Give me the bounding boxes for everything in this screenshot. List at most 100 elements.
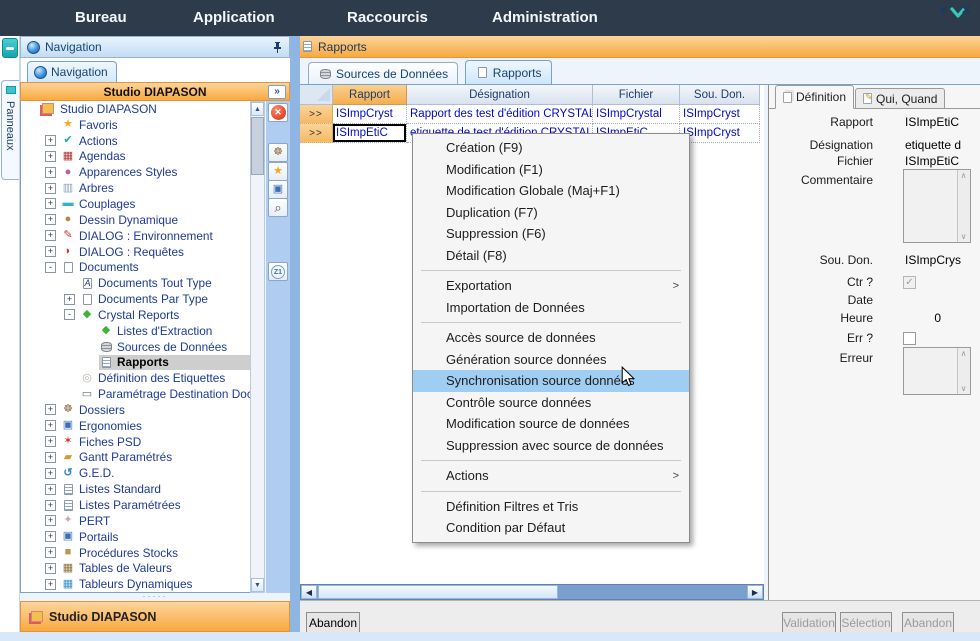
menu-item-actions[interactable]: Actions> bbox=[413, 465, 689, 487]
tree-item-crystal-reports[interactable]: -Crystal Reports bbox=[21, 307, 250, 323]
menu-item-modification-globale-maj-f1-[interactable]: Modification Globale (Maj+F1) bbox=[413, 180, 689, 202]
expander-icon[interactable]: + bbox=[45, 436, 56, 447]
expander-icon[interactable]: + bbox=[45, 531, 56, 542]
field-checkbox[interactable]: ✓ bbox=[903, 276, 916, 289]
tree-item-gantt-param-tr-s[interactable]: +Gantt Paramétrés bbox=[21, 450, 250, 466]
expander-icon[interactable]: + bbox=[45, 230, 56, 241]
menu-item-modification-source-de-donn-es[interactable]: Modification source de données bbox=[413, 413, 689, 435]
field-value[interactable]: ISImpEtiC bbox=[905, 154, 959, 168]
tree-item-tables-de-valeurs[interactable]: +Tables de Valeurs bbox=[21, 560, 250, 576]
table-corner-cell[interactable] bbox=[300, 85, 333, 105]
scroll-up-icon[interactable]: ∧ bbox=[958, 171, 969, 180]
menu-bureau[interactable]: Bureau bbox=[75, 9, 127, 26]
tab-qui-quand[interactable]: Qui, Quand bbox=[855, 88, 945, 109]
table-cell[interactable]: ISImpEtiC bbox=[333, 124, 407, 143]
textarea-scrollbar[interactable]: ∧∨ bbox=[957, 348, 970, 394]
expander-icon[interactable]: + bbox=[45, 167, 56, 178]
tree-scrollbar[interactable]: ▲ ▼ bbox=[250, 101, 265, 593]
panel-close-icon[interactable]: ✕ bbox=[961, 3, 971, 17]
tree-item-portails[interactable]: +Portails bbox=[21, 529, 250, 545]
pin-icon[interactable] bbox=[272, 41, 283, 54]
expander-icon[interactable]: + bbox=[45, 246, 56, 257]
expander-icon[interactable]: + bbox=[45, 579, 56, 590]
studio-footer[interactable]: Studio DIAPASON bbox=[20, 601, 290, 632]
panel-splitter[interactable] bbox=[290, 36, 300, 641]
tree-item-favoris[interactable]: +Favoris bbox=[21, 117, 250, 133]
tree-item-documents-par-type[interactable]: +Documents Par Type bbox=[21, 291, 250, 307]
expander-icon[interactable]: + bbox=[45, 500, 56, 511]
menu-item-exportation[interactable]: Exportation> bbox=[413, 275, 689, 297]
menu-item-condition-par-d-faut[interactable]: Condition par Défaut bbox=[413, 517, 689, 539]
expander-icon[interactable]: - bbox=[64, 309, 75, 320]
column-header-rapport[interactable]: Rapport bbox=[333, 85, 407, 105]
tab-panneaux[interactable]: Panneaux bbox=[1, 80, 19, 180]
panel-collapse-icon[interactable]: ▾ bbox=[940, 3, 946, 17]
tree-item-studio-diapason[interactable]: +Studio DIAPASON bbox=[21, 101, 250, 117]
field-value[interactable]: ISImpEtiC bbox=[905, 115, 959, 129]
field-textarea[interactable]: ∧∨ bbox=[903, 347, 971, 395]
expander-icon[interactable]: + bbox=[45, 420, 56, 431]
tree-item-g-e-d-[interactable]: +G.E.D. bbox=[21, 465, 250, 481]
menu-item-cr-ation-f9-[interactable]: Création (F9) bbox=[413, 137, 689, 159]
tree-item-pert[interactable]: +PERT bbox=[21, 513, 250, 529]
column-header-sou-don-[interactable]: Sou. Don. bbox=[680, 85, 760, 105]
tree-item-agendas[interactable]: +Agendas bbox=[21, 149, 250, 165]
row-marker[interactable]: >> bbox=[300, 105, 333, 124]
abandon-button[interactable]: Abandon bbox=[306, 612, 360, 633]
table-cell[interactable]: ISImpCryst bbox=[680, 124, 760, 143]
field-textarea[interactable]: ∧∨ bbox=[903, 169, 971, 243]
scroll-up-icon[interactable]: ∧ bbox=[958, 349, 969, 358]
field-value[interactable]: ISImpCrys bbox=[905, 253, 961, 267]
s-lection-button[interactable]: Sélection bbox=[840, 612, 892, 633]
scroll-left-button[interactable]: ◀ bbox=[301, 585, 317, 599]
z1-button[interactable]: Z1 bbox=[268, 262, 288, 281]
menu-item-g-n-ration-source-donn-es[interactable]: Génération source données bbox=[413, 349, 689, 371]
expander-icon[interactable]: + bbox=[45, 151, 56, 162]
tree-item-dessin-dynamique[interactable]: +Dessin Dynamique bbox=[21, 212, 250, 228]
tree-item-actions[interactable]: +Actions bbox=[21, 133, 250, 149]
tree-item-d-finition-des-etiquettes[interactable]: +Définition des Etiquettes bbox=[21, 370, 250, 386]
menu-item-importation-de-donn-es[interactable]: Importation de Données bbox=[413, 297, 689, 319]
tab-d-finition[interactable]: Définition bbox=[775, 85, 854, 109]
splitter-handle[interactable]: ····· bbox=[20, 593, 290, 601]
menu-raccourcis[interactable]: Raccourcis bbox=[347, 9, 428, 26]
tree-item-documents[interactable]: -Documents bbox=[21, 259, 250, 275]
tree-item-tableurs-dynamiques[interactable]: +Tableurs Dynamiques bbox=[21, 576, 250, 592]
menu-item-contr-le-source-donn-es[interactable]: Contrôle source données bbox=[413, 392, 689, 414]
scroll-up-button[interactable]: ▲ bbox=[251, 102, 264, 116]
table-cell[interactable]: ISImpCryst bbox=[333, 105, 407, 124]
menu-item-modification-f1-[interactable]: Modification (F1) bbox=[413, 159, 689, 181]
tree-item-listes-param-tr-es[interactable]: +Listes Paramétrées bbox=[21, 497, 250, 513]
tree-item-arbres[interactable]: +Arbres bbox=[21, 180, 250, 196]
expander-icon[interactable]: + bbox=[64, 294, 75, 305]
expander-icon[interactable]: + bbox=[45, 183, 56, 194]
scroll-down-icon[interactable]: ∨ bbox=[958, 232, 969, 241]
expander-icon[interactable]: + bbox=[45, 452, 56, 463]
favorites-button[interactable] bbox=[268, 162, 288, 181]
tree-item-dossiers[interactable]: +Dossiers bbox=[21, 402, 250, 418]
menu-item-suppression-avec-source-de-donn-es[interactable]: Suppression avec source de données bbox=[413, 435, 689, 457]
wheel-button[interactable] bbox=[268, 143, 288, 162]
tab-sources-de-donn-es[interactable]: Sources de Données bbox=[308, 62, 458, 84]
search-button[interactable] bbox=[268, 198, 288, 217]
menu-administration[interactable]: Administration bbox=[492, 9, 598, 26]
expander-icon[interactable]: + bbox=[45, 468, 56, 479]
column-header-fichier[interactable]: Fichier bbox=[593, 85, 680, 105]
textarea-scrollbar[interactable]: ∧∨ bbox=[957, 170, 970, 242]
scroll-right-button[interactable]: ▶ bbox=[747, 585, 763, 599]
column-header-d-signation[interactable]: Désignation bbox=[407, 85, 593, 105]
menu-item-suppression-f6-[interactable]: Suppression (F6) bbox=[413, 223, 689, 245]
tab-navigation[interactable]: Navigation bbox=[27, 61, 117, 82]
expander-icon[interactable]: + bbox=[45, 515, 56, 526]
menu-application[interactable]: Application bbox=[193, 9, 275, 26]
tree-item-sources-de-donn-es[interactable]: +Sources de Données bbox=[21, 339, 250, 355]
expander-icon[interactable]: + bbox=[45, 547, 56, 558]
expander-icon[interactable]: + bbox=[45, 198, 56, 209]
table-cell[interactable]: Rapport des test d'édition CRYSTAL bbox=[407, 105, 593, 124]
scroll-down-icon[interactable]: ∨ bbox=[958, 384, 969, 393]
expander-icon[interactable]: + bbox=[45, 404, 56, 415]
expander-icon[interactable]: + bbox=[45, 135, 56, 146]
banner-expand-button[interactable]: » bbox=[268, 85, 286, 99]
abandon-button[interactable]: Abandon bbox=[902, 612, 954, 633]
tree-item-listes-d-extraction[interactable]: +Listes d'Extraction bbox=[21, 323, 250, 339]
